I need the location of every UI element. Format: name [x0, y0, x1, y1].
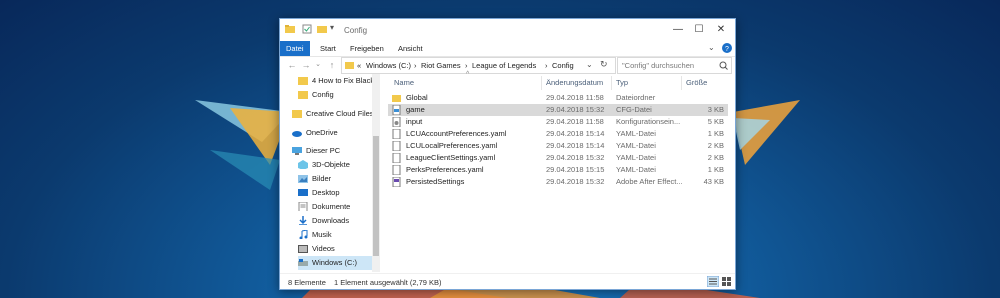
explorer-window: ▾ Config — ☐ ✕ Datei Start Freigeben Ans…	[279, 18, 736, 290]
documents-icon	[298, 202, 308, 211]
list-item[interactable]: input 29.04.2018 11:58 Konfigurationsein…	[388, 116, 728, 128]
list-item[interactable]: game 29.04.2018 15:32 CFG-Datei 3 KB	[388, 104, 728, 116]
downloads-icon	[299, 216, 307, 225]
minimize-button[interactable]: —	[667, 22, 689, 38]
window-title: Config	[344, 26, 368, 35]
close-button[interactable]: ✕	[710, 22, 732, 38]
list-item[interactable]: Global 29.04.2018 11:58 Dateiordner	[388, 92, 728, 104]
file-icon	[392, 177, 401, 187]
nav-item-this-pc[interactable]: Dieser PC	[292, 144, 380, 158]
pictures-icon	[298, 175, 308, 183]
quick-access-dropdown-icon[interactable]: ▾	[330, 23, 334, 32]
tab-freigeben[interactable]: Freigeben	[344, 41, 390, 56]
3d-objects-icon	[298, 160, 308, 169]
crumb-windows-c[interactable]: Windows (C:)	[366, 61, 411, 70]
onedrive-icon	[292, 131, 302, 137]
tab-start[interactable]: Start	[314, 41, 342, 56]
nav-item-desktop[interactable]: Desktop	[298, 186, 380, 200]
desktop-icon	[298, 189, 308, 196]
back-icon[interactable]: ←	[286, 59, 298, 71]
file-icon	[392, 141, 401, 151]
search-icon[interactable]	[719, 61, 728, 70]
maximize-button[interactable]: ☐	[688, 22, 710, 38]
navigation-pane: 4 How to Fix Black S Config Creative Clo…	[280, 74, 380, 272]
column-header-date[interactable]: Änderungsdatum	[546, 78, 603, 87]
column-divider[interactable]	[611, 76, 612, 90]
nav-item-how-to-fix[interactable]: 4 How to Fix Black S	[298, 74, 380, 88]
nav-item-config[interactable]: Config	[298, 88, 380, 102]
up-icon[interactable]: ↑	[326, 59, 338, 71]
folder-icon	[345, 62, 354, 69]
folder-icon	[392, 95, 401, 102]
column-header-name[interactable]: Name	[394, 78, 414, 87]
search-input[interactable]: "Config" durchsuchen	[617, 57, 732, 74]
properties-icon[interactable]	[302, 24, 312, 34]
details-view-icon[interactable]	[707, 276, 719, 287]
folder-icon	[298, 91, 308, 99]
help-icon[interactable]: ?	[722, 43, 732, 53]
status-bar: 8 Elemente 1 Element ausgewählt (2,79 KB…	[280, 273, 735, 290]
crumb-config[interactable]: Config	[552, 61, 574, 70]
creative-cloud-icon	[292, 110, 302, 118]
nav-item-creative-cloud[interactable]: Creative Cloud Files	[292, 107, 380, 121]
videos-icon	[298, 245, 308, 253]
address-overflow[interactable]: «	[357, 61, 361, 70]
crumb-riot-games[interactable]: Riot Games	[421, 61, 461, 70]
nav-item-documents[interactable]: Dokumente	[298, 200, 380, 214]
item-count: 8 Elemente	[288, 278, 326, 287]
nav-item-videos[interactable]: Videos	[298, 242, 380, 256]
new-folder-icon[interactable]	[317, 24, 327, 34]
address-bar[interactable]: « Windows (C:) › Riot Games › League of …	[341, 57, 616, 74]
folder-icon	[285, 25, 295, 33]
crumb-separator[interactable]: ›	[545, 61, 548, 70]
crumb-separator[interactable]: ›	[465, 61, 468, 70]
nav-item-windows-c[interactable]: Windows (C:)	[298, 256, 380, 270]
nav-item-onedrive[interactable]: OneDrive	[292, 126, 380, 140]
list-item[interactable]: LCUAccountPreferences.yaml 29.04.2018 15…	[388, 128, 728, 140]
column-header-size[interactable]: Größe	[686, 78, 707, 87]
column-divider[interactable]	[541, 76, 542, 90]
address-dropdown-icon[interactable]: ⌄	[586, 60, 593, 69]
selection-info: 1 Element ausgewählt (2,79 KB)	[334, 278, 442, 287]
title-bar: ▾ Config — ☐ ✕	[280, 19, 735, 41]
this-pc-icon	[292, 147, 302, 155]
large-icons-view-icon[interactable]	[721, 276, 732, 287]
column-header-type[interactable]: Typ	[616, 78, 628, 87]
file-icon	[392, 153, 401, 163]
list-item[interactable]: PerksPreferences.yaml 29.04.2018 15:15 Y…	[388, 164, 728, 176]
list-item[interactable]: LeagueClientSettings.yaml 29.04.2018 15:…	[388, 152, 728, 164]
music-icon	[299, 230, 308, 239]
tab-datei[interactable]: Datei	[280, 41, 310, 56]
drive-icon	[298, 259, 308, 266]
nav-item-3d-objects[interactable]: 3D-Objekte	[298, 158, 380, 172]
scrollbar-thumb[interactable]	[373, 136, 379, 256]
nav-item-downloads[interactable]: Downloads	[298, 214, 380, 228]
folder-icon	[298, 77, 308, 85]
config-file-icon	[392, 117, 401, 127]
svg-text:?: ?	[725, 46, 729, 53]
file-icon	[392, 165, 401, 175]
file-list: ^ Name Änderungsdatum Typ Größe Global 2…	[384, 71, 729, 272]
search-placeholder: "Config" durchsuchen	[622, 61, 695, 70]
file-icon	[392, 129, 401, 139]
expand-ribbon-icon[interactable]: ⌄	[708, 43, 715, 52]
crumb-league-of-legends[interactable]: League of Legends	[472, 61, 536, 70]
crumb-separator[interactable]: ›	[414, 61, 417, 70]
list-item[interactable]: LCULocalPreferences.yaml 29.04.2018 15:1…	[388, 140, 728, 152]
sort-indicator-icon: ^	[466, 71, 470, 78]
cfg-file-icon	[392, 105, 401, 115]
refresh-icon[interactable]: ↻	[600, 59, 608, 70]
forward-icon[interactable]: →	[300, 59, 312, 71]
column-divider[interactable]	[681, 76, 682, 90]
nav-item-music[interactable]: Musik	[298, 228, 380, 242]
list-item[interactable]: PersistedSettings 29.04.2018 15:32 Adobe…	[388, 176, 728, 188]
recent-dropdown-icon[interactable]: ⌄	[312, 59, 324, 71]
nav-item-pictures[interactable]: Bilder	[298, 172, 380, 186]
ribbon-tabs: Datei Start Freigeben Ansicht ⌄ ?	[280, 41, 735, 57]
tab-ansicht[interactable]: Ansicht	[392, 41, 429, 56]
nav-scrollbar[interactable]	[372, 74, 380, 272]
